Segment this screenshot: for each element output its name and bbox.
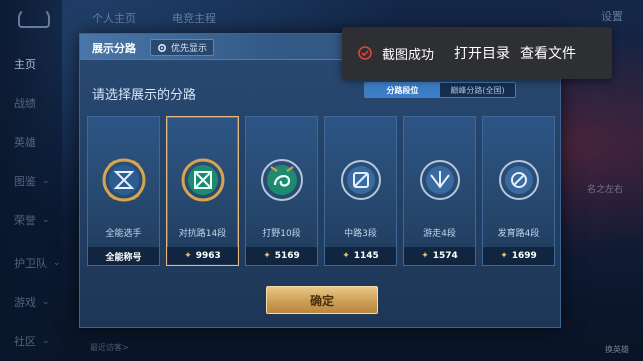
lane-stat-value: 全能称号 (105, 252, 142, 263)
power-icon: ✦ (500, 251, 508, 261)
toast-message: 截图成功 (382, 47, 435, 63)
change-hero-button[interactable]: 换英雄 (605, 344, 629, 355)
all-round-emblem-icon (102, 158, 145, 202)
lane-stat-value: 1145 (353, 251, 379, 261)
lane-stat: ✦ 1574 (404, 247, 475, 265)
lane-stat: 全能称号 (88, 247, 159, 265)
nav-item-record[interactable]: 战绩 (14, 95, 36, 111)
back-logo-icon[interactable] (18, 8, 50, 28)
lane-stat: ✦ 5169 (246, 247, 317, 265)
lane-stat: ✦ 1145 (325, 247, 396, 265)
priority-display-button[interactable]: 优先显示 (150, 39, 215, 56)
lane-stat-value: 1574 (432, 251, 458, 261)
lane-stat: ✦ 9963 (167, 247, 238, 265)
success-check-icon (358, 46, 372, 60)
farm-lane-emblem-icon (498, 160, 539, 200)
lane-card-roam[interactable]: 游走4段 ✦ 1574 (403, 116, 476, 266)
recent-visitors-link[interactable]: 最近访客> (90, 342, 129, 353)
lane-card-mid[interactable]: 中路3段 ✦ 1145 (324, 116, 397, 266)
chevron-down-icon: ⌄ (53, 258, 61, 268)
confirm-button[interactable]: 确定 (266, 286, 378, 314)
lane-stat-value: 5169 (274, 251, 300, 261)
dialog-title: 展示分路 (92, 42, 136, 55)
side-navigation: 主页 战绩 英雄 图鉴 ⌄ 荣誉 ⌄ 护卫队 ⌄ 游戏 ⌄ 社区 ⌄ (0, 0, 62, 361)
lane-stat-value: 1699 (511, 251, 537, 261)
priority-display-label: 优先显示 (171, 44, 208, 54)
clash-lane-emblem-icon (181, 158, 224, 202)
lane-card-clash[interactable]: 对抗路14段 ✦ 9963 (166, 116, 239, 266)
lane-name: 对抗路14段 (178, 229, 227, 239)
power-icon: ✦ (421, 251, 429, 261)
chevron-down-icon: ⌄ (42, 336, 50, 346)
lane-mode-toggle: 分路段位 巅峰分路(全国) (364, 82, 516, 98)
gear-icon (157, 43, 167, 52)
lane-name: 中路3段 (344, 229, 377, 239)
dialog-subtitle: 请选择展示的分路 (92, 88, 197, 103)
nav-item-guide[interactable]: 图鉴 ⌄ (14, 173, 50, 189)
nav-item-heroes[interactable]: 英雄 (14, 134, 36, 150)
lane-card-farm[interactable]: 发育路4段 ✦ 1699 (482, 116, 555, 266)
lane-card-all-round[interactable]: 全能选手 全能称号 (87, 116, 160, 266)
mid-lane-emblem-icon (340, 160, 381, 200)
tab-peak-lane[interactable]: 巅峰分路(全国) (440, 83, 515, 97)
lane-name: 全能选手 (105, 229, 142, 239)
power-icon: ✦ (342, 251, 350, 261)
open-folder-link[interactable]: 打开目录 (454, 43, 510, 63)
roam-emblem-icon (419, 160, 460, 200)
chevron-down-icon: ⌄ (42, 176, 50, 186)
nav-item-guard[interactable]: 护卫队 ⌄ (14, 255, 61, 271)
lane-stat: ✦ 1699 (483, 247, 554, 265)
chevron-down-icon: ⌄ (42, 215, 50, 225)
lane-name: 打野10段 (262, 229, 301, 239)
power-icon: ✦ (184, 251, 192, 261)
background-label: 名之左右 (586, 185, 623, 195)
lane-card-jungle[interactable]: 打野10段 ✦ 5169 (245, 116, 318, 266)
tab-personal-home[interactable]: 个人主页 (92, 10, 136, 26)
power-icon: ✦ (263, 251, 271, 261)
lane-name: 发育路4段 (497, 229, 540, 239)
tab-esports[interactable]: 电竞主程 (172, 10, 216, 26)
lane-stat-value: 9963 (195, 251, 221, 261)
jungle-emblem-icon (260, 159, 303, 201)
nav-item-game[interactable]: 游戏 ⌄ (14, 294, 50, 310)
settings-button[interactable]: 设置 (601, 8, 623, 24)
nav-item-home[interactable]: 主页 (14, 56, 36, 72)
view-file-link[interactable]: 查看文件 (520, 43, 576, 63)
tab-lane-rank[interactable]: 分路段位 (365, 83, 440, 97)
nav-item-community[interactable]: 社区 ⌄ (14, 333, 50, 349)
chevron-down-icon: ⌄ (42, 297, 50, 307)
nav-item-honor[interactable]: 荣誉 ⌄ (14, 212, 50, 228)
lane-name: 游走4段 (423, 229, 456, 239)
screenshot-toast: 截图成功 打开目录 查看文件 (342, 27, 612, 79)
